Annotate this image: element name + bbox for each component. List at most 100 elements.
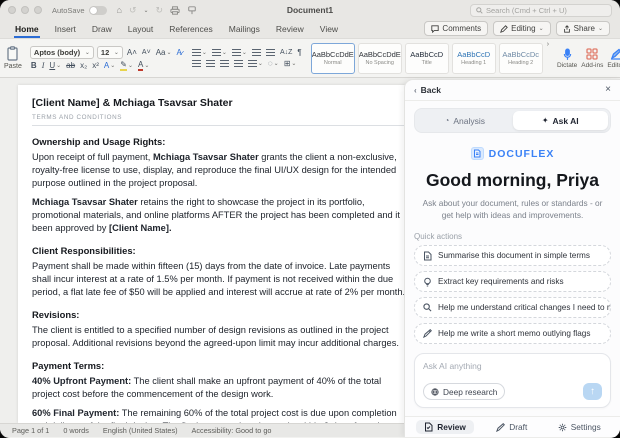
panel-tab-ask-ai[interactable]: ✦Ask AI [513,111,609,130]
doc-paragraph: Upon receipt of full payment, Mchiaga Ts… [32,151,406,190]
style-heading-1[interactable]: AaBbCcDHeading 1 [452,43,496,74]
footer-tab-review[interactable]: Review [416,420,474,434]
greeting-text: Good morning, Priya [405,170,620,191]
sort-button[interactable]: A↓Z [279,49,293,56]
deep-research-button[interactable]: Deep research [423,383,505,400]
borders-button[interactable]: ⊞⌄ [283,59,298,68]
align-center-button[interactable] [205,60,216,68]
comments-button[interactable]: Comments [424,21,488,36]
section-heading: Payment Terms: [32,359,406,372]
format-painter-icon[interactable] [187,6,197,15]
styles-gallery: AaBbCcDdE-NormalAaBbCcDdEeNo SpacingAaBb… [311,41,543,75]
arrow-up-icon: ↑ [590,386,595,397]
status-item-1[interactable]: 0 words [63,426,89,435]
addins-button[interactable]: Add-ins [581,41,603,75]
ask-ai-input[interactable]: Ask AI anything Deep research ↑ [414,353,611,408]
align-left-button[interactable] [191,60,202,68]
superscript-button[interactable]: x² [91,61,100,70]
autosave-label: AutoSave [52,6,85,15]
italic-button[interactable]: I [41,61,46,70]
editing-mode-button[interactable]: Editing⌄ [493,21,551,36]
style-no-spacing[interactable]: AaBbCcDdEeNo Spacing [358,43,402,74]
section-heading: Revisions: [32,308,406,321]
section-heading: Ownership and Usage Rights: [32,135,406,148]
quick-action-3[interactable]: Help me write a short memo outlying flag… [414,323,611,344]
doc-divider [32,125,406,126]
subscript-button[interactable]: x₂ [79,61,88,70]
close-window-button[interactable] [8,6,16,14]
minimize-window-button[interactable] [21,6,29,14]
font-name-select[interactable]: Aptos (body)⌄ [30,46,94,59]
quick-action-1[interactable]: Extract key requirements and risks [414,271,611,292]
styles-more-icon[interactable]: › [547,41,549,75]
panel-tab-analysis[interactable]: ◔Analysis [417,111,513,130]
style-heading-2[interactable]: AaBbCcDcHeading 2 [499,43,543,74]
clear-formatting-button[interactable]: A̷ [176,48,183,57]
undo-chevron-icon[interactable]: ⌄ [144,7,149,14]
ribbon-tab-mailings[interactable]: Mailings [228,21,261,38]
lightbulb-icon [423,277,432,287]
increase-indent-button[interactable] [265,49,276,57]
ribbon-tab-review[interactable]: Review [275,21,305,38]
status-item-2: English (United States) [103,426,178,435]
font-size-select[interactable]: 12⌄ [97,46,123,59]
brand-row: DOCUFLEX [405,147,620,160]
greeting-subtitle: Ask about your document, rules or standa… [419,197,606,221]
home-icon[interactable]: ⌂ [117,5,122,15]
quick-action-2[interactable]: Help me understand critical changes I ne… [414,297,611,318]
editor-pen-icon [610,47,620,61]
print-icon[interactable] [170,6,180,15]
font-color-button[interactable]: A⌄ [137,61,150,71]
panel-footer-nav: Review Draft Settings [405,416,620,437]
bullets-button[interactable]: ⌄ [191,49,208,57]
show-marks-button[interactable]: ¶ [296,48,302,57]
editor-button[interactable]: Editor [607,41,620,75]
document-page[interactable]: [Client Name] & Mchiaga Tsavsar Shater T… [18,85,420,423]
justify-button[interactable] [233,60,244,68]
undo-icon[interactable]: ↺ [129,5,137,16]
text-effects-button[interactable]: A⌄ [103,61,116,70]
status-item-0[interactable]: Page 1 of 1 [12,426,49,435]
footer-tab-label: Draft [509,422,527,432]
titlebar: AutoSave ⌂ ↺ ⌄ ↻ Document1 Search (Cmd +… [0,0,620,20]
send-button[interactable]: ↑ [583,383,602,400]
quick-actions-label: Quick actions [414,232,611,241]
shading-button[interactable]: ◌⌄ [267,59,280,68]
autosave-toggle[interactable] [89,6,107,15]
line-spacing-button[interactable]: ⌄ [247,60,264,68]
redo-icon[interactable]: ↻ [156,5,164,16]
bold-button[interactable]: B [30,61,38,70]
chevron-left-icon: ‹ [414,86,417,95]
clipboard-icon [6,46,19,61]
close-panel-icon[interactable]: × [605,85,611,95]
shrink-font-button[interactable]: A˅ [141,49,152,56]
numbering-button[interactable]: ⌄ [211,49,228,57]
style-normal[interactable]: AaBbCcDdE-Normal [311,43,355,74]
style-title[interactable]: AaBbCcDTitle [405,43,449,74]
align-right-button[interactable] [219,60,230,68]
highlight-button[interactable]: ✎⌄ [119,61,134,71]
ribbon-tab-references[interactable]: References [168,21,213,38]
footer-tab-settings[interactable]: Settings [550,420,609,434]
ribbon-tab-draw[interactable]: Draw [91,21,113,38]
ribbon-tab-layout[interactable]: Layout [127,21,155,38]
ribbon-tab-view[interactable]: View [319,21,339,38]
zoom-window-button[interactable] [34,6,42,14]
doc-heading: [Client Name] & Mchiaga Tsavsar Shater [32,97,406,109]
footer-tab-draft[interactable]: Draft [488,420,535,434]
change-case-button[interactable]: Aa⌄ [155,48,173,57]
search-icon [476,7,483,14]
share-button[interactable]: Share⌄ [556,21,610,36]
ribbon-tab-home[interactable]: Home [14,21,40,38]
back-button[interactable]: ‹ Back [414,85,441,95]
dictate-button[interactable]: Dictate [557,41,577,75]
underline-button[interactable]: U⌄ [48,61,62,70]
grow-font-button[interactable]: A˄ [126,48,138,57]
strikethrough-button[interactable]: ab [65,61,76,70]
search-input[interactable]: Search (Cmd + Ctrl + U) [470,4,612,17]
multilevel-list-button[interactable]: ⌄ [231,49,248,57]
decrease-indent-button[interactable] [251,49,262,57]
quick-action-0[interactable]: Summarise this document in simple terms [414,245,611,266]
ribbon-tab-insert[interactable]: Insert [54,21,77,38]
paste-button[interactable]: Paste [4,41,22,75]
